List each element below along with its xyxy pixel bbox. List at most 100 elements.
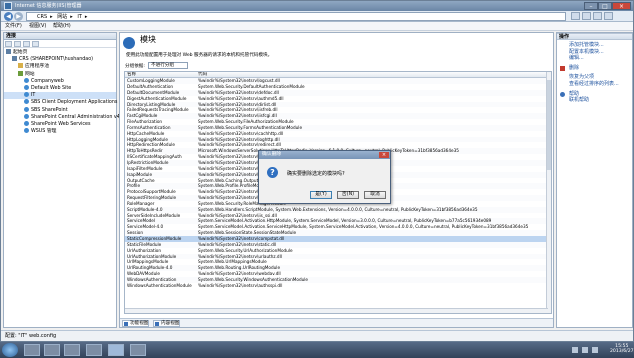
dialog-close-button[interactable]: ×: [379, 152, 389, 158]
modules-icon: [123, 37, 135, 49]
connections-pane: 连接 起始页 CRS (SHAREPOINT\hushandao) 应用程序池 网站 C…: [3, 32, 120, 328]
app-pool-icon: [18, 63, 23, 69]
connections-tree: 起始页 CRS (SHAREPOINT\hushandao) 应用程序池 网站 Comp…: [4, 48, 120, 136]
cancel-button[interactable]: 取消: [364, 191, 386, 199]
up-icon[interactable]: [23, 41, 30, 47]
system-tray: 15:55 2013/6/27: [568, 342, 634, 358]
network-icon[interactable]: [582, 347, 588, 353]
vertical-scrollbar[interactable]: [546, 72, 551, 313]
module-row[interactable]: WindowsAuthenticationModule %windir%\Syst…: [125, 283, 551, 289]
dialog-title[interactable]: 确认删除 ×: [259, 151, 390, 159]
breadcrumb-item[interactable]: CRS: [37, 14, 47, 20]
tree-node[interactable]: SBS Client Deployment Applications: [4, 99, 117, 106]
help-icon: [560, 91, 565, 97]
group-by-select[interactable]: 不进行分组: [148, 62, 188, 69]
title-bar[interactable]: Internet 信息服务(IIS)管理器 – □ ×: [1, 1, 633, 11]
tree-node[interactable]: SBS SharePoint: [4, 106, 116, 114]
close-button[interactable]: ×: [612, 2, 631, 10]
tree-node-label: WSUS 管理: [31, 129, 57, 135]
start-button[interactable]: [2, 343, 18, 357]
sites-icon: [18, 70, 23, 76]
tab-features-view[interactable]: 功能视图: [122, 320, 150, 327]
no-button[interactable]: 否(N): [337, 191, 359, 199]
yes-button[interactable]: 是(Y): [310, 191, 332, 199]
iis-app-icon: [4, 2, 12, 10]
save-icon[interactable]: [14, 41, 21, 47]
help-icon[interactable]: [604, 12, 613, 20]
action-label: 配置本机模块...: [569, 48, 604, 55]
action-link[interactable]: 查看经过排序的列表...: [557, 81, 632, 88]
module-code: %windir%\System32\inetsrv\authsspi.dll: [198, 282, 283, 288]
actions-list: 添加托管模块... 配置本机模块... 编辑... 删除恢复为父项 查看经过排序的列表.…: [557, 40, 632, 104]
view-tabs: 功能视图 内容视图: [120, 318, 553, 327]
action-link[interactable]: 编辑...: [557, 55, 632, 62]
back-button[interactable]: ◀: [4, 12, 13, 21]
page-title: 模块: [140, 35, 156, 44]
menu-view[interactable]: 视图(V): [29, 23, 46, 30]
connect-icon[interactable]: [5, 41, 12, 47]
explorer-icon[interactable]: [64, 344, 80, 356]
tree-node[interactable]: SharePoint Web Services: [4, 120, 116, 128]
action-link[interactable]: 添加托管模块...: [557, 42, 632, 49]
scroll-thumb[interactable]: [547, 80, 551, 170]
tree-node[interactable]: SharePoint Central Administration v4: [4, 113, 120, 121]
dialog-message: 确实要删除选定的模块吗?: [287, 171, 345, 177]
tree-node[interactable]: 应用程序池: [4, 63, 116, 70]
delete-icon: [560, 65, 565, 71]
tree-node[interactable]: CRS (SHAREPOINT\hushandao): [4, 56, 116, 63]
content-view-icon: [155, 322, 159, 326]
breadcrumb[interactable]: CRS ▸ 网站 ▸ IT ▸: [26, 12, 566, 21]
tree-node[interactable]: IT: [4, 92, 116, 100]
powershell-icon[interactable]: [44, 344, 60, 356]
home-icon[interactable]: [593, 12, 602, 20]
action-label: 联机帮助: [569, 97, 590, 104]
minimize-button[interactable]: –: [584, 2, 598, 10]
column-header-name[interactable]: 名称: [127, 72, 136, 78]
site-icon: [24, 77, 29, 83]
server-manager-icon[interactable]: [24, 344, 40, 356]
menu-help[interactable]: 帮助(H): [53, 23, 71, 30]
tree-node-label: SBS SharePoint: [31, 107, 68, 113]
tree-node[interactable]: Default Web Site: [4, 84, 116, 92]
breadcrumb-item[interactable]: 网站: [57, 14, 67, 20]
action-label: 编辑...: [569, 55, 584, 62]
iis-manager-taskbar-icon[interactable]: [108, 344, 124, 356]
action-label: 恢复为父项: [569, 74, 595, 81]
site-icon: [24, 84, 29, 90]
tree-node-label: SharePoint Web Services: [31, 121, 91, 127]
menu-bar: 文件(F) 视图(V) 帮助(H): [1, 22, 633, 31]
taskbar: 15:55 2013/6/27: [0, 342, 634, 358]
dialog-title-text: 确认删除: [262, 152, 282, 157]
tree-node[interactable]: 起始页: [4, 49, 116, 56]
forward-button[interactable]: ▶: [14, 12, 23, 21]
action-link[interactable]: 恢复为父项: [557, 74, 632, 81]
cmd-icon[interactable]: [130, 344, 146, 356]
tree-node-label: CRS (SHAREPOINT\hushandao): [19, 57, 94, 63]
action-label: 删除: [569, 64, 580, 71]
tab-content-view[interactable]: 内容视图: [153, 320, 181, 327]
clock[interactable]: 15:55 2013/6/27: [610, 344, 634, 354]
connections-header: 连接: [4, 33, 116, 40]
column-header-code[interactable]: 代码: [198, 72, 207, 78]
breadcrumb-item[interactable]: IT: [77, 14, 82, 20]
action-link[interactable]: 删除: [557, 65, 632, 72]
action-link[interactable]: 联机帮助: [557, 97, 632, 104]
stop-icon[interactable]: [582, 12, 591, 20]
actions-pane: 操作 添加托管模块... 配置本机模块... 编辑... 删除 恢复为父项 查看经过排序的…: [556, 32, 633, 328]
tree-node[interactable]: 网站: [4, 70, 116, 78]
maximize-button[interactable]: □: [598, 2, 612, 10]
tree-node-label: 起始页: [13, 50, 28, 55]
tree-node[interactable]: Companyweb: [4, 77, 116, 85]
media-icon[interactable]: [86, 344, 102, 356]
menu-file[interactable]: 文件(F): [5, 23, 22, 30]
horizontal-scrollbar[interactable]: [125, 308, 548, 313]
language-icon[interactable]: [572, 347, 578, 353]
site-icon: [24, 92, 29, 98]
volume-icon[interactable]: [592, 347, 598, 353]
disconnect-icon[interactable]: [32, 41, 39, 47]
tree-node[interactable]: WSUS 管理: [4, 128, 116, 135]
refresh-icon[interactable]: [571, 12, 580, 20]
action-label: 查看经过排序的列表...: [569, 80, 619, 87]
question-icon: ?: [267, 167, 278, 178]
connections-toolbar: [4, 40, 116, 48]
